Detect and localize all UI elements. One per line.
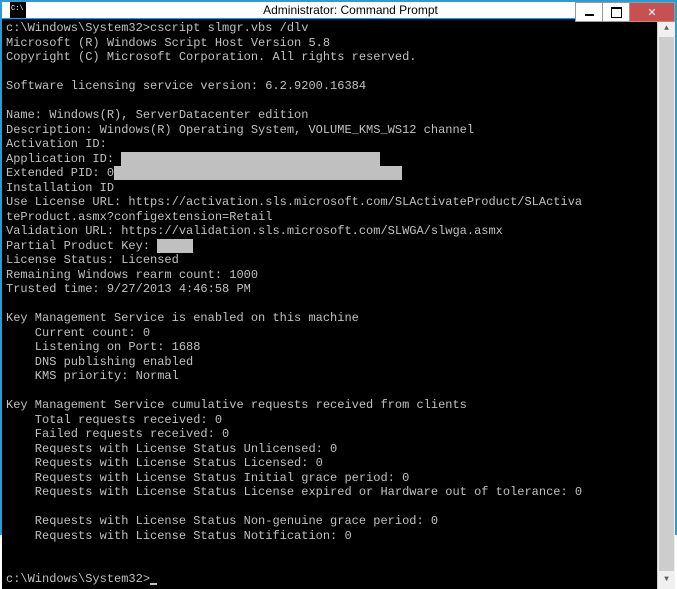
prompt-path: c:\Windows\System32> — [6, 572, 150, 586]
output-line: Extended PID: 0 — [6, 166, 114, 180]
output-line: Validation URL: https://validation.sls.m… — [6, 224, 503, 238]
output-line: Key Management Service cumulative reques… — [6, 398, 467, 412]
scrollbar-thumb[interactable] — [659, 37, 674, 571]
output-line: DNS publishing enabled — [6, 355, 193, 369]
scroll-down-icon[interactable]: ▼ — [658, 571, 675, 589]
output-line: Software licensing service version: 6.2.… — [6, 79, 366, 93]
output-line: Failed requests received: 0 — [6, 427, 229, 441]
scrollbar-track[interactable] — [658, 37, 675, 571]
command-prompt-window: Administrator: Command Prompt c:\Windows… — [0, 0, 677, 535]
output-line: License Status: Licensed — [6, 253, 179, 267]
output-line: Total requests received: 0 — [6, 413, 222, 427]
output-line: Key Management Service is enabled on thi… — [6, 311, 359, 325]
close-button[interactable] — [629, 2, 675, 22]
window-controls — [576, 2, 675, 24]
prompt-path: c:\Windows\System32> — [6, 21, 150, 35]
output-line: Listening on Port: 1688 — [6, 340, 200, 354]
output-line: Requests with License Status Unlicensed:… — [6, 442, 337, 456]
command-text: cscript slmgr.vbs /dlv — [150, 21, 308, 35]
output-line: Requests with License Status Notificatio… — [6, 529, 352, 543]
console-output[interactable]: c:\Windows\System32>cscript slmgr.vbs /d… — [2, 19, 657, 589]
output-line: Current count: 0 — [6, 326, 150, 340]
scrollbar[interactable]: ▲ ▼ — [657, 19, 675, 589]
cursor — [150, 583, 157, 585]
output-line: KMS priority: Normal — [6, 369, 179, 383]
output-line: Microsoft (R) Windows Script Host Versio… — [6, 36, 330, 50]
output-line: Application ID: — [6, 152, 114, 166]
output-line: Description: Windows(R) Operating System… — [6, 123, 474, 137]
output-line: Requests with License Status Initial gra… — [6, 471, 409, 485]
output-line: Name: Windows(R), ServerDatacenter editi… — [6, 108, 308, 122]
output-line: Installation ID — [6, 181, 114, 195]
titlebar[interactable]: Administrator: Command Prompt — [2, 2, 675, 19]
output-line: Use License URL: https://activation.sls.… — [6, 195, 582, 224]
minimize-button[interactable] — [575, 2, 603, 22]
cmd-icon — [10, 2, 26, 18]
maximize-button[interactable] — [602, 2, 630, 22]
console-area: c:\Windows\System32>cscript slmgr.vbs /d… — [2, 19, 675, 589]
redacted-text: XXXX-XXXXX-XXX-XXXXXX-XX-XXXX-XXXX.XXXXX — [114, 166, 402, 180]
output-line: Requests with License Status Non-genuine… — [6, 514, 438, 528]
output-line: Copyright (C) Microsoft Corporation. All… — [6, 50, 416, 64]
output-line: Activation ID: — [6, 137, 107, 151]
output-line: Requests with License Status License exp… — [6, 485, 582, 499]
output-line: Remaining Windows rearm count: 1000 — [6, 268, 258, 282]
redacted-text: XXXXX — [157, 239, 193, 253]
output-line: Trusted time: 9/27/2013 4:46:58 PM — [6, 282, 251, 296]
output-line: Partial Product Key: — [6, 239, 150, 253]
redacted-text: XXXXXXXX-XXXX-XXXX-XXXX-XXXXXXXXXXXX — [121, 152, 380, 166]
output-line: Requests with License Status Licensed: 0 — [6, 456, 323, 470]
